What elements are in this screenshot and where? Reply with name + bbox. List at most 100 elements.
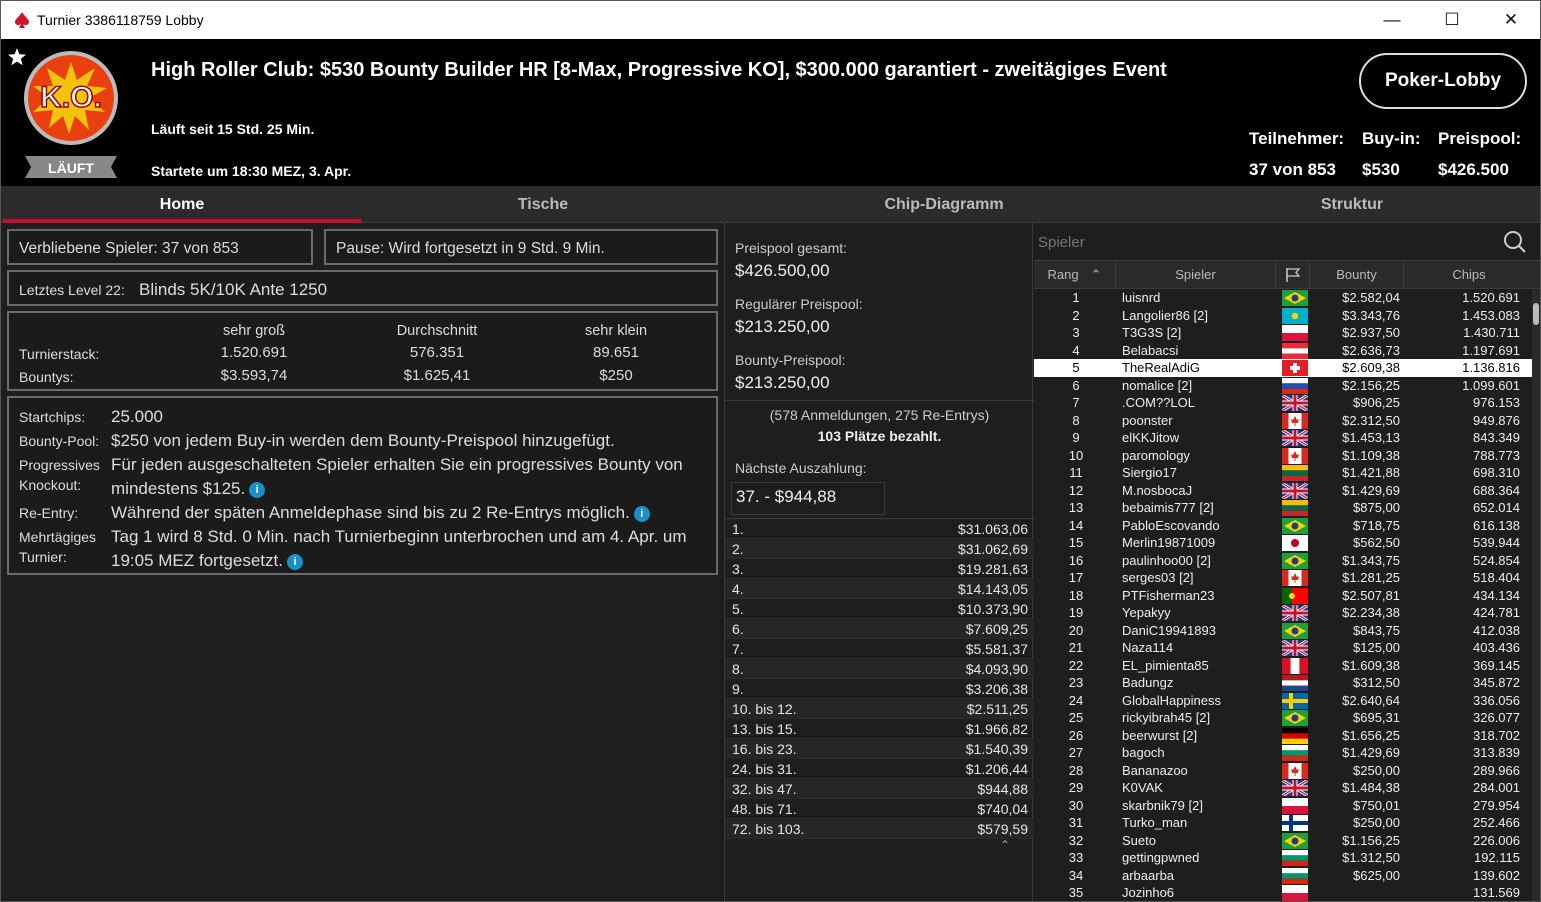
player-row[interactable]: 13 bebaimis777 [2] $875,00 652.014: [1034, 499, 1532, 517]
pko-label-1: Progressives: [19, 457, 100, 473]
player-chips: 949.876: [1473, 412, 1520, 428]
player-row[interactable]: 29 K0VAK $1.484,38 284.001: [1034, 779, 1532, 797]
player-row[interactable]: 30 skarbnik79 [2] $750,01 279.954: [1034, 797, 1532, 815]
country-flag-icon: [1282, 587, 1308, 604]
player-bounty: $1.156,25: [1342, 832, 1400, 848]
info-icon[interactable]: i: [249, 481, 266, 498]
regular-pool-label: Regulärer Preispool:: [735, 296, 863, 312]
player-name: arbaarba: [1122, 867, 1175, 883]
player-panel: Rang ⌃ Spieler Bounty Chips 1 luisnrd $2.58…: [1034, 223, 1540, 901]
bounty-large: $3.593,74: [220, 367, 288, 384]
player-row[interactable]: 34 arbaarba $625,00 139.602: [1034, 867, 1532, 885]
player-chips: 788.773: [1473, 447, 1520, 463]
payout-row: 8. $4.093,90: [725, 659, 1034, 679]
player-row[interactable]: 12 M.nosbocaJ $1.429,69 688.364: [1034, 482, 1532, 500]
player-rank: 13: [1068, 500, 1084, 515]
player-row[interactable]: 5 TheRealAdiG $2.609,38 1.136.816: [1034, 359, 1532, 377]
stat-header-small: sehr klein: [584, 323, 648, 339]
player-bounty: $1.281,25: [1342, 570, 1400, 585]
player-row[interactable]: 22 EL_pimienta85 $1.609,38 369.145: [1034, 657, 1532, 675]
col-bounty[interactable]: Bounty: [1310, 261, 1404, 289]
tab-chip-chart[interactable]: Chip-Diagramm: [725, 186, 1163, 223]
player-row[interactable]: 24 GlobalHappiness $2.640,64 336.056: [1034, 692, 1532, 710]
player-row[interactable]: 3 T3G3S [2] $2.937,50 1.430.711: [1034, 324, 1532, 342]
player-row[interactable]: 16 paulinhoo00 [2] $1.343,75 524.854: [1034, 552, 1532, 570]
player-row[interactable]: 9 elKKJitow $1.453,13 843.349: [1034, 429, 1532, 447]
running-time: Läuft seit 15 Std. 25 Min.: [151, 121, 315, 137]
player-row[interactable]: 6 nomalice [2] $2.156,25 1.099.601: [1034, 377, 1532, 395]
player-row[interactable]: 27 bagoch $1.429,69 313.839: [1034, 744, 1532, 762]
tab-home[interactable]: Home: [3, 186, 361, 223]
player-row[interactable]: 4 Belabacsi $2.636,73 1.197.691: [1034, 342, 1532, 360]
player-row[interactable]: 26 beerwurst [2] $1.656,25 318.702: [1034, 727, 1532, 745]
player-row[interactable]: 1 luisnrd $2.582,04 1.520.691: [1034, 289, 1532, 307]
player-row[interactable]: 33 gettingpwned $1.312,50 192.115: [1034, 849, 1532, 867]
player-row[interactable]: 20 DaniC19941893 $843,75 412.038: [1034, 622, 1532, 640]
player-bounty: $2.156,25: [1342, 377, 1400, 393]
col-rank[interactable]: Rang ⌃: [1034, 261, 1116, 289]
player-name: Jozinho6: [1122, 885, 1175, 900]
payout-amount: $2.511,25: [966, 701, 1028, 717]
player-row[interactable]: 25 rickyibrah45 [2] $695,31 326.077: [1034, 709, 1532, 727]
player-row[interactable]: 11 Siergio17 $1.421,88 698.310: [1034, 464, 1532, 482]
stack-large: 1.520.691: [220, 344, 288, 361]
minimize-button[interactable]: —: [1369, 1, 1415, 39]
country-flag-icon: [1282, 482, 1308, 499]
player-rank: 12: [1068, 482, 1084, 498]
player-chips: 1.430.711: [1463, 325, 1520, 340]
player-name: paromology: [1122, 447, 1190, 463]
country-flag-icon: [1282, 290, 1308, 306]
payout-row: 72. bis 103. $579,59: [725, 819, 1034, 839]
player-chips: 326.077: [1473, 710, 1520, 725]
col-player[interactable]: Spieler: [1116, 261, 1276, 289]
bounty-label: Bountys:: [19, 369, 74, 385]
player-row[interactable]: 7 .COM??LOL $906,25 976.153: [1034, 394, 1532, 412]
tab-tables[interactable]: Tische: [363, 186, 723, 223]
prizepool-label: Preispool:: [1438, 129, 1522, 148]
pause-info: Pause: Wird fortgesetzt in 9 Std. 9 Min.: [336, 240, 605, 257]
info-icon[interactable]: i: [286, 553, 303, 570]
col-chips[interactable]: Chips: [1404, 261, 1534, 289]
payout-place: 6.: [732, 621, 744, 637]
player-row[interactable]: 8 poonster $2.312,50 949.876: [1034, 412, 1532, 430]
player-row[interactable]: 19 Yepakyy $2.234,38 424.781: [1034, 604, 1532, 622]
search-icon[interactable]: [1503, 230, 1527, 254]
player-name: .COM??LOL: [1122, 395, 1195, 410]
multiday-line-1: Tag 1 wird 8 Std. 0 Min. nach Turnierbeg…: [111, 527, 687, 546]
player-row[interactable]: 31 Turko_man $250,00 252.466: [1034, 814, 1532, 832]
scrollbar[interactable]: [1532, 289, 1540, 901]
player-chips: 345.872: [1473, 675, 1520, 690]
player-list[interactable]: 1 luisnrd $2.582,04 1.520.691 2 Langolier86 […: [1034, 289, 1532, 901]
player-search-input[interactable]: [1038, 229, 1488, 255]
player-bounty: $906,25: [1353, 395, 1400, 410]
player-row[interactable]: 21 Naza114 $125,00 403.436: [1034, 639, 1532, 657]
scrollbar-thumb[interactable]: [1533, 303, 1539, 325]
stack-average: 576.351: [409, 344, 465, 361]
info-icon[interactable]: i: [633, 505, 650, 522]
multiday-label-2: Turnier:: [19, 549, 67, 565]
player-name: beerwurst [2]: [1122, 727, 1198, 743]
payout-list[interactable]: 1. $31.063,06 2. $31.062,69 3. $19.281,63 4. $1…: [725, 518, 1034, 839]
pko-line-2: mindestens $125. i: [111, 479, 266, 499]
player-chips: 252.466: [1473, 815, 1520, 830]
chevron-up-icon[interactable]: ⌃: [985, 838, 1025, 852]
player-row[interactable]: 23 Badungz $312,50 345.872: [1034, 674, 1532, 692]
player-row[interactable]: 28 Bananazoo $250,00 289.966: [1034, 762, 1532, 780]
maximize-button[interactable]: ☐: [1429, 1, 1475, 39]
player-rank: 30: [1068, 797, 1084, 813]
player-row[interactable]: 15 Merlin19871009 $562,50 539.944: [1034, 534, 1532, 552]
player-row[interactable]: 10 paromology $1.109,38 788.773: [1034, 447, 1532, 465]
player-row[interactable]: 17 serges03 [2] $1.281,25 518.404: [1034, 569, 1532, 587]
player-row[interactable]: 35 Jozinho6 131.569: [1034, 884, 1532, 901]
poker-lobby-button[interactable]: Poker-Lobby: [1359, 53, 1527, 109]
player-row[interactable]: 18 PTFisherman23 $2.507,81 434.134: [1034, 587, 1532, 605]
tab-structure[interactable]: Struktur: [1165, 186, 1539, 223]
player-row[interactable]: 14 PabloEscovando $718,75 616.138: [1034, 517, 1532, 535]
country-flag-icon: [1282, 885, 1308, 901]
close-button[interactable]: ✕: [1488, 1, 1534, 39]
col-flag[interactable]: [1276, 261, 1310, 289]
player-rank: 24: [1068, 692, 1084, 708]
player-chips: 336.056: [1473, 692, 1520, 708]
player-row[interactable]: 32 Sueto $1.156,25 226.006: [1034, 832, 1532, 850]
player-row[interactable]: 2 Langolier86 [2] $3.343,76 1.453.083: [1034, 307, 1532, 325]
